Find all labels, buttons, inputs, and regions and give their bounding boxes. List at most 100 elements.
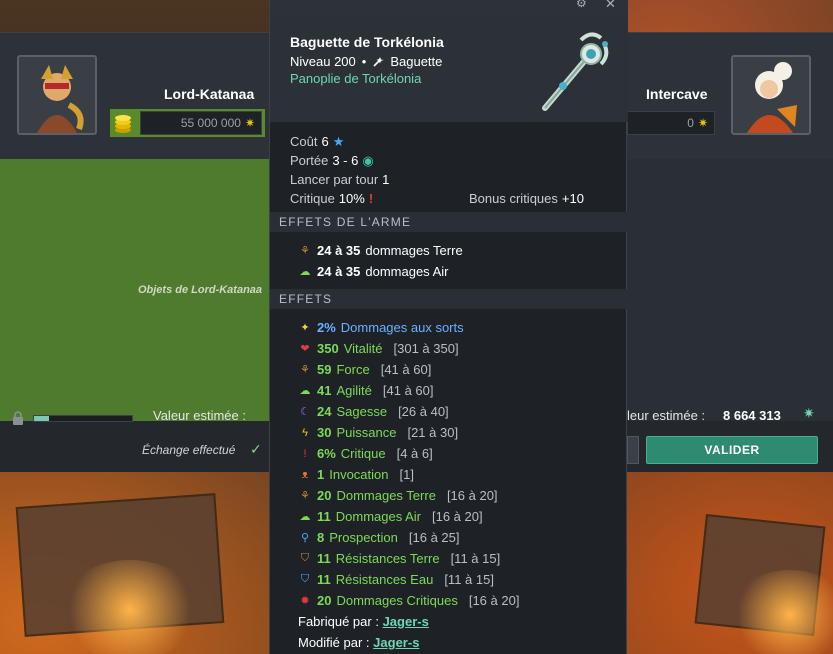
effect-text: Critique [340,446,386,461]
modifier-link[interactable]: Jager-s [373,635,419,650]
air-icon: ☁ [299,385,311,397]
ap-star-icon: ★ [332,134,345,149]
effect-row: ⚘ 24 à 35 dommages Terre [298,240,618,261]
effect-value: 24 à 35 [317,243,361,258]
effect-row: ❤ 350 Vitalité [301 à 350] [298,338,618,359]
effect-value: 30 [317,425,332,440]
effect-value: 11 [317,551,331,566]
kama-icon: ✷ [697,116,708,130]
left-objects-label: Objets de Lord-Katanaa [137,284,263,296]
effect-range: [41 à 60] [382,383,434,398]
effect-value: 8 [317,530,325,545]
effect-value: 24 à 35 [317,264,361,279]
effect-text: Vitalité [343,341,383,356]
partner-avatar[interactable] [731,55,811,135]
stat-crit-bonus-value: +10 [561,191,584,206]
kamas-value-right: 0 [687,116,694,130]
effect-row: ☾ 24 Sagesse [26 à 40] [298,401,618,422]
checkmark-icon: ✓ [250,442,262,458]
effect-text: Résistances Terre [335,551,440,566]
cancel-button[interactable] [627,436,639,464]
close-icon[interactable]: ✕ [605,0,616,12]
player-name-right: Intercave [646,86,708,102]
earth-icon: ⚘ [300,490,310,502]
effect-range: [4 à 6] [396,446,433,461]
effect-range: [16 à 20] [446,488,498,503]
stat-crit-value: 10% [338,191,365,206]
earth-resistance-icon: ⛉ [300,552,310,564]
stat-cost: Coût 6 ★ [290,132,610,151]
earth-icon: ⚘ [300,245,310,257]
effect-row: ⛉ 11 Résistances Eau [11 à 15] [298,569,618,590]
effect-text: Prospection [329,530,398,545]
stat-range: Portée 3 - 6 ◉ [290,151,610,170]
effect-row: ✹ 20 Dommages Critiques [16 à 20] [298,590,618,611]
kama-icon: ✷ [244,116,255,130]
effect-text: dommages Air [365,264,449,279]
effect-range: [16 à 25] [408,530,460,545]
wand-type-icon [373,56,384,67]
weapon-effects-header: EFFETS DE L'ARME [270,212,628,232]
effect-row: ☁ 11 Dommages Air [16 à 20] [298,506,618,527]
effect-row: ϟ 30 Puissance [21 à 30] [298,422,618,443]
effect-row: ⚘ 20 Dommages Terre [16 à 20] [298,485,618,506]
summon-icon: ᴥ [301,468,309,481]
player-avatar[interactable] [17,55,97,135]
crafter-link[interactable]: Jager-s [383,614,429,629]
effect-range: [21 à 30] [407,425,459,440]
effect-text: dommages Terre [365,243,463,258]
effect-value: 59 [317,362,332,377]
effect-value: 1 [317,467,325,482]
stat-range-label: Portée [290,153,329,168]
kama-icon: ✷ [803,406,815,422]
effect-range: [301 à 350] [393,341,459,356]
effect-row: ☁ 24 à 35 dommages Air [298,261,618,282]
stat-casts: Lancer par tour 1 [290,170,610,189]
modified-label: Modifié par : [298,635,370,650]
stat-cost-value: 6 [321,134,329,149]
tooltip-titlebar: ⚙ ✕ [270,0,628,16]
stat-casts-value: 1 [382,172,390,187]
effect-row: ⚲ 8 Prospection [16 à 25] [298,527,618,548]
kamas-value-left: 55 000 000 [180,116,241,130]
exchange-progress-bar [33,415,133,422]
item-name: Baguette de Torkélonia [290,34,444,50]
effect-value: 11 [317,509,331,524]
wand-item-icon [542,32,609,111]
kamas-input-left[interactable]: 55 000 000 ✷ [140,111,262,135]
effect-text: Agilité [336,383,372,398]
effect-row: ✦ 2% Dommages aux sorts [298,317,618,338]
gear-icon[interactable]: ⚙ [576,0,587,10]
effect-row: ☁ 41 Agilité [41 à 60] [298,380,618,401]
effects-list: ✦ 2% Dommages aux sorts ❤ 350 Vitalité [301 à … [298,317,618,611]
effect-text: Invocation [329,467,389,482]
item-level: Niveau 200 [290,54,356,69]
estimated-label-right: leur estimée : [627,408,706,423]
kamas-input-right: 0 ✷ [627,111,715,135]
effect-value: 350 [317,341,339,356]
water-resistance-icon: ⛉ [300,573,310,585]
critical-icon: ! [368,191,374,206]
effect-row: ! 6% Critique [4 à 6] [298,443,618,464]
effect-value: 20 [317,593,332,608]
effect-value: 41 [317,383,332,398]
effect-range: [16 à 20] [468,593,520,608]
effect-range: [26 à 40] [398,404,449,419]
effect-range: [16 à 20] [432,509,483,524]
stat-crit-bonus-label: Bonus critiques [469,191,558,206]
fire-glow [60,560,200,654]
validate-button[interactable]: VALIDER [646,436,818,464]
effect-text: Résistances Eau [335,572,434,587]
crafted-label: Fabriqué par : [298,614,379,629]
effect-range: [41 à 60] [380,362,432,377]
critical-icon: ! [303,447,307,460]
wisdom-icon: ☾ [300,406,310,418]
effect-text: Sagesse [336,404,388,419]
left-objects-area[interactable]: Objets de Lord-Katanaa [0,159,270,421]
lock-icon[interactable] [12,411,24,425]
air-icon: ☁ [299,266,311,278]
item-set-link[interactable]: Panoplie de Torkélonia [290,71,421,86]
effect-range: [1] [399,467,414,482]
effect-row: ⚘ 59 Force [41 à 60] [298,359,618,380]
effect-value: 20 [317,488,332,503]
